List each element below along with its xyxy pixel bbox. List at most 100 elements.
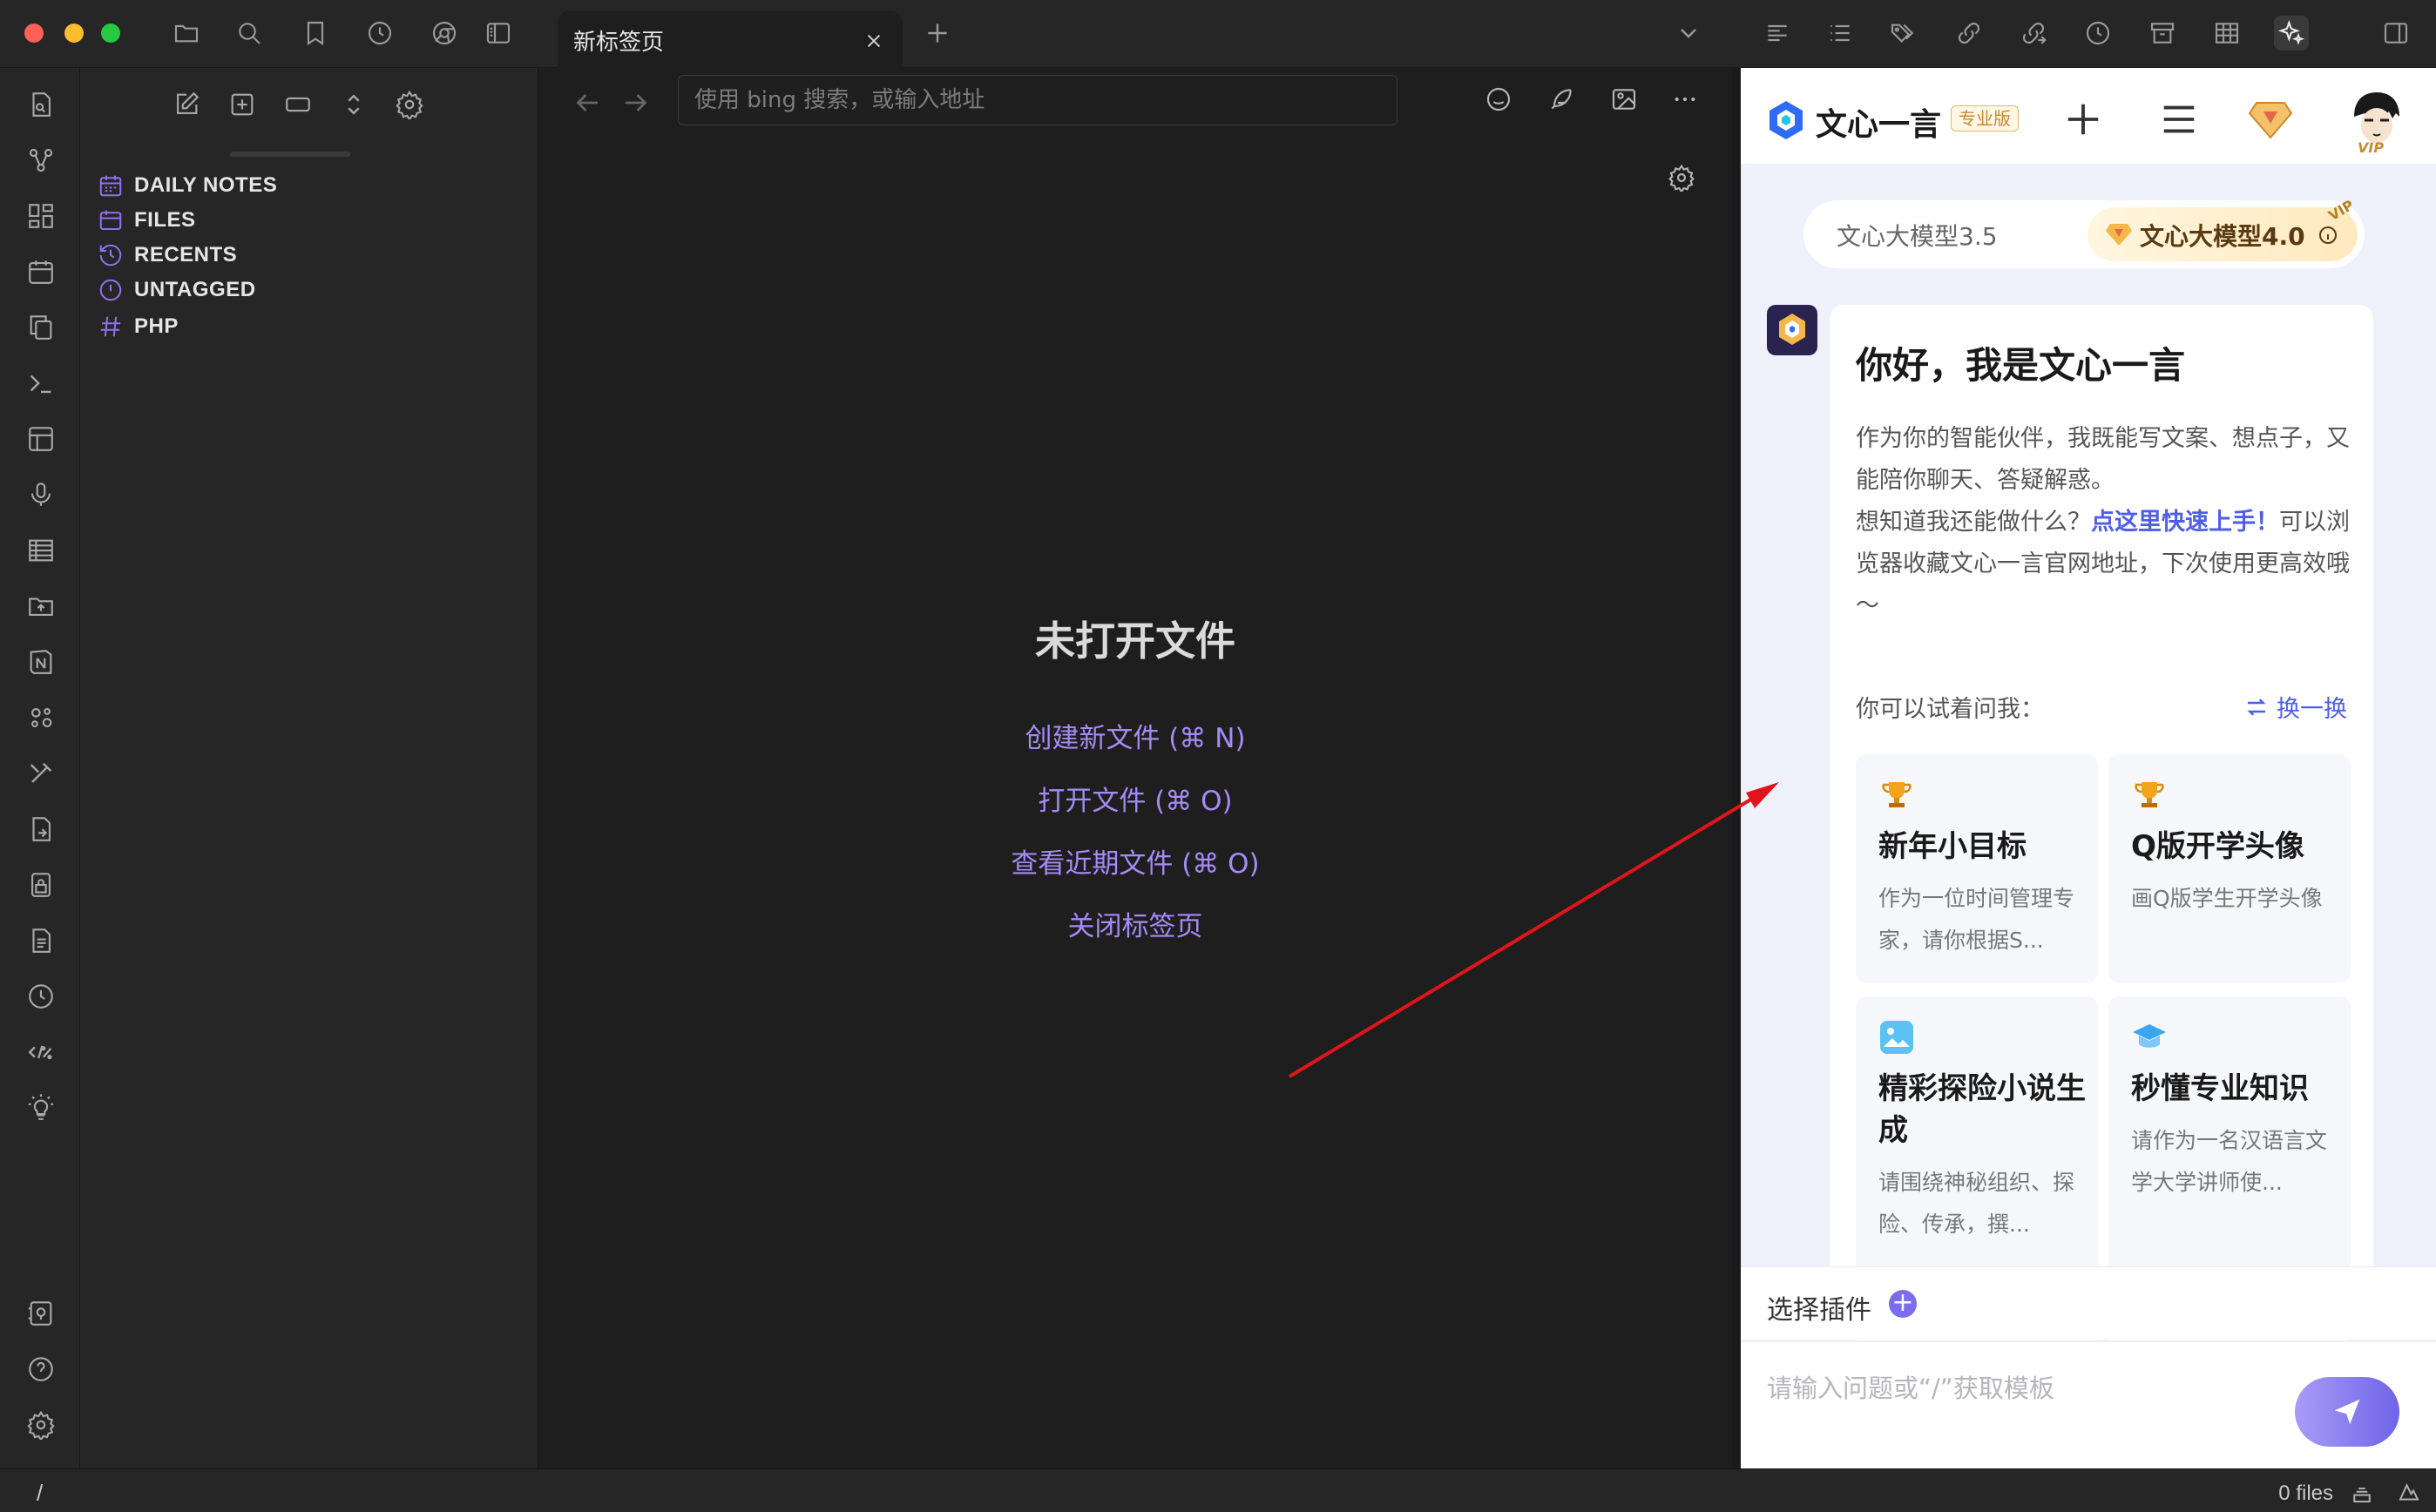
url-bar[interactable] [678, 75, 1397, 125]
sidebar-toggle-icon[interactable] [481, 16, 516, 51]
rename-icon[interactable] [279, 85, 317, 124]
tags-icon[interactable] [1885, 16, 1920, 51]
vip-corner-tag: VIP [2325, 196, 2357, 225]
main-editor: 未打开文件 创建新文件 (⌘ N) 打开文件 (⌘ O) 查看近期文件 (⌘ O… [538, 68, 1732, 1468]
vip-diamond-icon[interactable] [2248, 98, 2293, 141]
notion-icon[interactable] [24, 645, 58, 679]
file-search-icon[interactable] [24, 87, 58, 122]
page-settings-gear-icon[interactable] [1664, 160, 1699, 195]
trophy-icon [1882, 782, 1912, 807]
list-icon[interactable] [1823, 16, 1857, 51]
new-note-icon[interactable] [167, 85, 206, 124]
info-icon[interactable] [2318, 225, 2338, 246]
model-40-option[interactable]: 文心大模型4.0 VIP [2088, 197, 2358, 261]
menu-icon[interactable] [2159, 99, 2199, 139]
lightbulb-icon[interactable] [24, 1090, 58, 1125]
tools-icon[interactable] [24, 756, 58, 791]
right-sidebar-toggle-icon[interactable] [2378, 16, 2413, 51]
try-asking-label: 你可以试着问我： [1856, 696, 2044, 723]
chat-input[interactable] [1767, 1368, 2272, 1421]
expand-collapse-icon[interactable] [335, 85, 373, 124]
plugin-select-label[interactable]: 选择插件 [1767, 1288, 1871, 1326]
lock-icon[interactable] [24, 867, 58, 902]
document-icon[interactable] [24, 923, 58, 958]
user-avatar[interactable]: VIP [2342, 87, 2412, 157]
back-arrow-icon[interactable] [572, 87, 603, 118]
graph-view-icon[interactable] [24, 143, 58, 178]
settings-gear-icon[interactable] [24, 1407, 58, 1442]
emoji-icon[interactable] [1481, 82, 1516, 117]
window-minimize-button[interactable] [64, 24, 84, 43]
add-plugin-icon[interactable]: + [1889, 1290, 1917, 1318]
terminal-icon[interactable] [24, 366, 58, 401]
dashboard-icon[interactable] [24, 199, 58, 233]
image-icon[interactable] [1607, 82, 1641, 117]
sidebar-item-php[interactable]: PHP [98, 310, 179, 343]
history-clock-icon[interactable] [24, 979, 58, 1014]
swap-suggestions-button[interactable]: 换一换 [2243, 690, 2347, 724]
sidebar-item-untagged[interactable]: UNTAGGED [98, 273, 256, 307]
help-icon[interactable] [24, 1352, 58, 1387]
folder-icon [98, 207, 124, 233]
suggestion-desc: 请围绕神秘组织、探险、传承，撰... [1878, 1170, 2075, 1237]
bookmark-icon[interactable] [298, 16, 333, 51]
active-tab[interactable]: 新标签页 [558, 10, 903, 68]
community-plugins-icon[interactable] [24, 700, 58, 735]
pro-badge: 专业版 [1951, 105, 2019, 132]
yiyan-header: 文心一言 专业版 VIP [1741, 68, 2436, 164]
new-folder-icon[interactable] [223, 85, 261, 124]
outgoing-links-icon[interactable] [2016, 16, 2051, 51]
create-new-file-link[interactable]: 创建新文件 (⌘ N) [538, 716, 1732, 755]
align-left-icon[interactable] [1760, 16, 1795, 51]
sidebar-drag-handle[interactable] [230, 152, 350, 157]
file-export-icon[interactable] [24, 812, 58, 847]
tab-close-icon[interactable] [864, 31, 883, 51]
diamond-icon [2106, 224, 2132, 246]
more-options-icon[interactable] [1668, 82, 1702, 117]
spreadsheet-icon[interactable] [24, 533, 58, 568]
calendar-icon[interactable] [24, 254, 58, 289]
copy-icon[interactable] [24, 310, 58, 345]
browser-icon[interactable] [427, 16, 462, 51]
forward-arrow-icon[interactable] [620, 87, 652, 118]
window-zoom-button[interactable] [101, 24, 120, 43]
sparkles-icon[interactable] [2274, 16, 2309, 51]
stack-icon[interactable] [2349, 1480, 2375, 1506]
recent-files-link[interactable]: 查看近期文件 (⌘ O) [538, 841, 1732, 881]
window-close-button[interactable] [24, 24, 44, 43]
close-tab-link[interactable]: 关闭标签页 [538, 904, 1732, 943]
new-chat-plus-icon[interactable] [2063, 99, 2103, 139]
suggestion-card[interactable]: 新年小目标 作为一位时间管理专家，请你根据S... [1856, 754, 2098, 982]
new-tab-icon[interactable] [920, 16, 955, 51]
vault-switcher-icon[interactable] [24, 1296, 58, 1331]
microphone-icon[interactable] [24, 477, 58, 512]
backlinks-icon[interactable] [1952, 16, 1986, 51]
sidebar-item-files[interactable]: FILES [98, 204, 196, 237]
tab-list-chevron-icon[interactable] [1671, 16, 1706, 51]
sidebar-item-recents[interactable]: RECENTS [98, 239, 237, 272]
sync-icon[interactable] [2396, 1480, 2422, 1506]
quick-start-link[interactable]: 点这里快速上手！ [2091, 509, 2279, 536]
clock-icon[interactable] [362, 16, 397, 51]
folder-icon[interactable] [169, 16, 204, 51]
pane-divider[interactable] [1732, 68, 1741, 1468]
model-35-option[interactable]: 文心大模型3.5 [1837, 218, 1998, 253]
vip-tag: VIP [2358, 139, 2385, 156]
suggestion-desc: 请作为一名汉语言文学大学讲师使... [2131, 1128, 2328, 1195]
intro-line-1: 作为你的智能伙伴，我既能写文案、想点子，又能陪你聊天、答疑解惑。 [1856, 425, 2350, 494]
url-input[interactable] [679, 76, 1397, 125]
templater-icon[interactable] [24, 1035, 58, 1070]
archive-icon[interactable] [2145, 16, 2180, 51]
sidebar-settings-icon[interactable] [390, 85, 429, 124]
search-icon[interactable] [232, 16, 267, 51]
layout-template-icon[interactable] [24, 422, 58, 456]
sidebar-item-daily-notes[interactable]: DAILY NOTES [98, 169, 277, 202]
send-button[interactable] [2295, 1377, 2399, 1447]
feather-icon[interactable] [1544, 82, 1579, 117]
table-icon[interactable] [2209, 16, 2244, 51]
open-file-link[interactable]: 打开文件 (⌘ O) [538, 779, 1732, 818]
suggestion-card[interactable]: Q版开学头像 画Q版学生开学头像 [2108, 754, 2351, 982]
folder-upload-icon[interactable] [24, 589, 58, 624]
recent-clock-icon[interactable] [2081, 16, 2115, 51]
suggestion-title: 精彩探险小说生成 [1878, 1071, 2086, 1148]
